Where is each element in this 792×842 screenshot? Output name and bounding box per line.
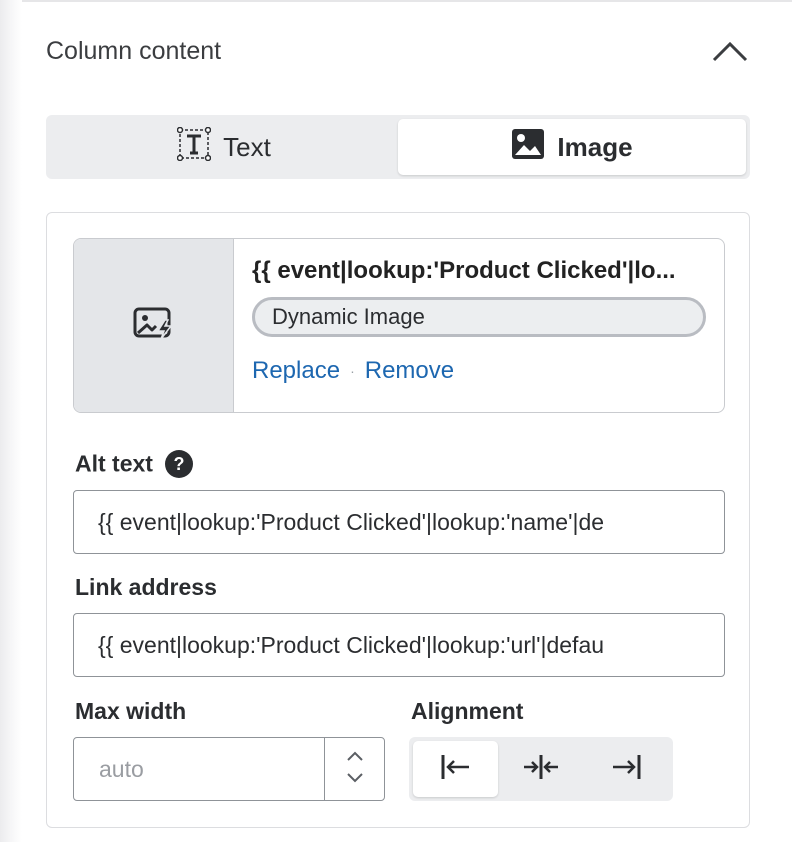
panel-edge-shadow [0,0,22,842]
align-right-icon [610,753,642,786]
text-format-icon [176,126,212,168]
max-width-stepper: auto [73,737,385,801]
alt-text-value: {{ event|lookup:'Product Clicked'|lookup… [98,508,605,535]
stepper-down-icon[interactable] [345,771,365,789]
remove-link[interactable]: Remove [365,357,454,385]
image-settings-panel: {{ event|lookup:'Product Clicked'|lo... … [46,212,750,828]
image-thumbnail [74,239,234,412]
align-right-button[interactable] [584,741,669,797]
stepper-arrows [324,738,384,800]
alignment-toggle [409,737,673,801]
help-icon[interactable]: ? [164,450,193,478]
alt-text-label-row: Alt text? [75,450,193,478]
image-card: {{ event|lookup:'Product Clicked'|lo... … [73,238,725,413]
tab-image[interactable]: Image [398,119,746,175]
align-left-button[interactable] [413,741,499,797]
image-icon [511,128,545,167]
top-divider [22,0,792,2]
badge-label: Dynamic Image [272,304,425,329]
max-width-input[interactable]: auto [74,738,324,800]
column-content-header[interactable]: Column content [46,28,750,74]
link-address-value: {{ event|lookup:'Product Clicked'|lookup… [98,631,605,658]
tab-image-label: Image [557,131,633,162]
alt-text-label: Alt text [75,450,153,477]
action-separator: · [350,363,355,379]
replace-link[interactable]: Replace [252,357,340,385]
image-title: {{ event|lookup:'Product Clicked'|lo... [252,257,676,284]
align-left-icon [440,753,472,786]
stepper-up-icon[interactable] [345,749,365,767]
alignment-label: Alignment [411,698,524,724]
tab-text-label: Text [223,131,271,162]
chevron-up-icon[interactable] [710,31,750,71]
content-type-toggle: Text Image [46,115,750,179]
link-address-input[interactable]: {{ event|lookup:'Product Clicked'|lookup… [73,613,725,677]
link-address-label: Link address [75,574,217,600]
section-title: Column content [46,36,222,65]
max-width-label: Max width [75,698,187,724]
dynamic-image-badge: Dynamic Image [252,297,706,337]
tab-text[interactable]: Text [50,119,398,175]
image-info: {{ event|lookup:'Product Clicked'|lo... … [234,239,724,412]
alt-text-input[interactable]: {{ event|lookup:'Product Clicked'|lookup… [73,490,725,554]
image-actions: Replace · Remove [252,357,708,385]
dynamic-image-icon [133,306,175,345]
align-center-button[interactable] [498,741,583,797]
align-center-icon [522,753,560,786]
max-width-placeholder: auto [99,755,144,782]
